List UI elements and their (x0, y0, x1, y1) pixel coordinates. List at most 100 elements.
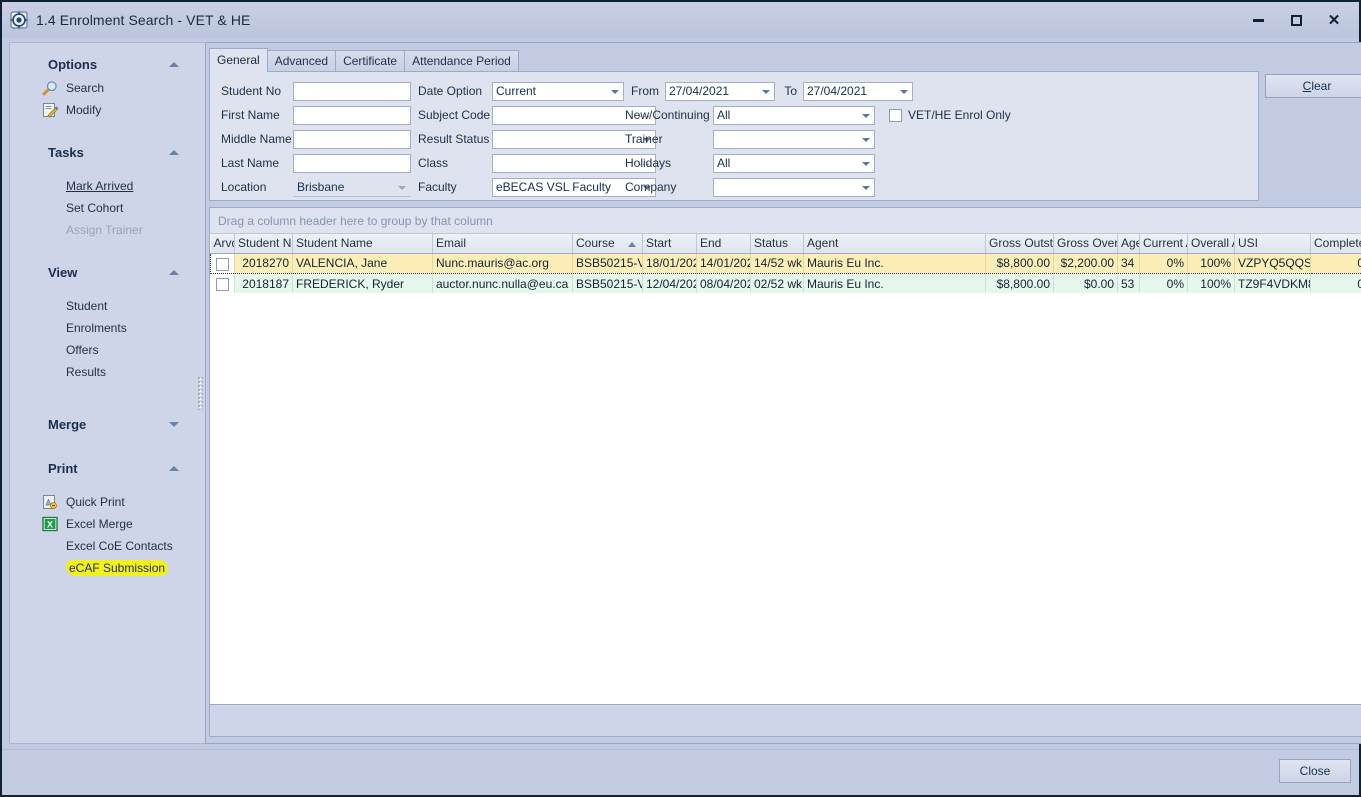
column-header-age-label: Age (1121, 236, 1140, 250)
sidebar-item-enrolments[interactable]: Enrolments (10, 317, 195, 339)
new-continuing-dropdown[interactable]: All (713, 106, 875, 125)
nav-spacer-3 (10, 241, 195, 259)
location-dropdown[interactable]: Brisbane (293, 178, 411, 197)
trainer-dropdown[interactable] (713, 130, 875, 149)
arrived-checkbox-icon[interactable] (216, 258, 229, 271)
grid-scroll-area[interactable]: ArvdStudent NStudent NameEmailCourse Star… (210, 234, 1361, 704)
nav-spacer-1 (10, 121, 195, 139)
cell-usi: VZPYQ5QQSX (1235, 253, 1311, 273)
cell-agent: Mauris Eu Inc. (804, 273, 986, 293)
to-date-value: 27/04/2021 (807, 84, 867, 98)
sidebar-item-mark-arrived[interactable]: Mark Arrived (10, 175, 195, 197)
cell-arvd[interactable] (211, 273, 235, 293)
column-header-gross_outstanding[interactable]: Gross Outst (986, 234, 1054, 253)
location-label: Location (221, 180, 293, 194)
nav-group-view[interactable]: View (10, 259, 195, 285)
cell-gross_outstanding: $8,800.00 (986, 273, 1054, 293)
sidebar-item-excel-coe-contacts[interactable]: Excel CoE Contacts (10, 535, 195, 557)
cell-overall_att: 100% (1188, 273, 1235, 293)
column-header-start[interactable]: Start (643, 234, 697, 253)
company-label: Company (625, 180, 713, 194)
cell-arvd[interactable] (211, 253, 235, 273)
close-window-button[interactable]: ✕ (1315, 5, 1353, 35)
results-grid: Drag a column header here to group by th… (209, 207, 1361, 737)
close-button[interactable]: Close (1279, 759, 1351, 783)
nav-spacer-6 (10, 437, 195, 455)
date-option-dropdown[interactable]: Current (492, 82, 624, 101)
subject-code-label: Subject Code (418, 108, 492, 122)
arrived-checkbox-icon[interactable] (216, 278, 229, 291)
tab-general[interactable]: General (209, 48, 268, 72)
minimize-button[interactable] (1239, 5, 1277, 35)
pane-splitter[interactable] (195, 42, 205, 744)
field-location: Location Brisbane (221, 175, 421, 199)
tab-advanced[interactable]: Advanced (267, 50, 336, 72)
sidebar-item-ecaf-submission[interactable]: eCAF Submission (10, 557, 195, 579)
splitter-grip-icon (197, 376, 203, 410)
sidebar-item-offers[interactable]: Offers (10, 339, 195, 361)
column-header-agent[interactable]: Agent (804, 234, 986, 253)
table-row[interactable]: 2018270VALENCIA, JaneNunc.mauris@ac.orgB… (211, 253, 1361, 273)
maximize-button[interactable] (1277, 5, 1315, 35)
edit-document-icon (42, 102, 58, 118)
sidebar-item-excel-merge[interactable]: X Excel Merge (10, 513, 195, 535)
column-header-current_att[interactable]: Current At (1140, 234, 1188, 253)
column-header-arvd[interactable]: Arvd (211, 234, 235, 253)
last-name-input[interactable] (293, 154, 411, 173)
column-header-usi[interactable]: USI (1235, 234, 1311, 253)
sidebar-item-results[interactable]: Results (10, 361, 195, 383)
table-body: 2018270VALENCIA, JaneNunc.mauris@ac.orgB… (211, 253, 1361, 293)
column-header-overall_att[interactable]: Overall A (1188, 234, 1235, 253)
first-name-input[interactable] (293, 106, 411, 125)
vet-he-enrol-only-checkbox[interactable]: VET/HE Enrol Only (889, 108, 1011, 122)
nav-spacer-5 (10, 383, 195, 401)
column-header-student_no-label: Student N (238, 236, 291, 250)
column-header-status[interactable]: Status (751, 234, 804, 253)
nav-group-options[interactable]: Options (10, 51, 195, 77)
nav-group-print[interactable]: Print (10, 455, 195, 481)
column-header-course[interactable]: Course (573, 234, 643, 253)
from-date-picker[interactable]: 27/04/2021 (665, 82, 775, 101)
cell-age: 53 (1118, 273, 1140, 293)
sidebar-item-quick-print[interactable]: Quick Print (10, 491, 195, 513)
column-header-end[interactable]: End (697, 234, 751, 253)
sidebar-item-student[interactable]: Student (10, 295, 195, 317)
holidays-dropdown[interactable]: All (713, 154, 875, 173)
nav-group-merge[interactable]: Merge (10, 411, 195, 437)
to-date-picker[interactable]: 27/04/2021 (803, 82, 913, 101)
column-header-completed-label: Completed (1314, 236, 1361, 250)
student-no-input[interactable] (293, 82, 411, 101)
middle-name-input[interactable] (293, 130, 411, 149)
field-company: Company (625, 175, 1025, 199)
column-header-completed[interactable]: Completed (1311, 234, 1361, 253)
group-by-panel[interactable]: Drag a column header here to group by th… (210, 208, 1361, 234)
column-header-usi-label: USI (1238, 236, 1258, 250)
sidebar-item-set-cohort[interactable]: Set Cohort (10, 197, 195, 219)
sidebar-item-search[interactable]: Search (10, 77, 195, 99)
column-header-email[interactable]: Email (433, 234, 573, 253)
nav-spacer-7 (10, 481, 195, 491)
column-header-age[interactable]: Age (1118, 234, 1140, 253)
clear-button[interactable]: Clear (1265, 74, 1361, 98)
column-header-student_name[interactable]: Student Name (293, 234, 433, 253)
nav-group-tasks[interactable]: Tasks (10, 139, 195, 165)
content-bottom-pad (206, 737, 1361, 743)
tab-attendance-period[interactable]: Attendance Period (404, 50, 519, 72)
result-status-label: Result Status (418, 132, 492, 146)
cell-student_name: VALENCIA, Jane (293, 253, 433, 273)
nav-spacer-5b (10, 401, 195, 411)
sidebar-item-modify[interactable]: Modify (10, 99, 195, 121)
cell-end: 14/01/202 (697, 253, 751, 273)
tab-certificate[interactable]: Certificate (335, 50, 405, 72)
column-header-gross_overdue[interactable]: Gross Overd (1054, 234, 1118, 253)
cell-current_att: 0% (1140, 253, 1188, 273)
table-row[interactable]: 2018187FREDERICK, Ryderauctor.nunc.nulla… (211, 273, 1361, 293)
company-dropdown[interactable] (713, 178, 875, 197)
table-header-row: ArvdStudent NStudent NameEmailCourse Star… (211, 234, 1361, 253)
cell-age: 34 (1118, 253, 1140, 273)
chevron-up-icon (169, 62, 179, 67)
column-header-student_no[interactable]: Student N (235, 234, 293, 253)
sidebar-item-student-label: Student (66, 299, 107, 313)
column-header-course-label: Course (576, 236, 615, 250)
magnifier-icon (42, 80, 58, 96)
